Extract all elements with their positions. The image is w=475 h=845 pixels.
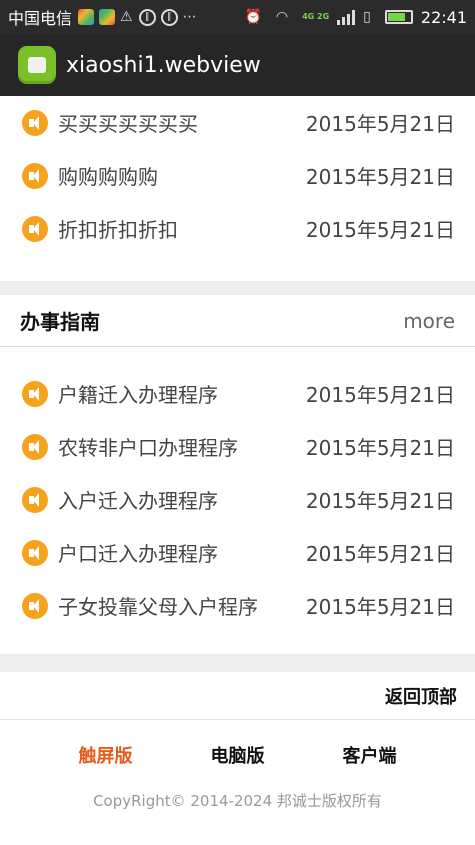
guide-date: 2015年5月21日 [305,383,455,407]
page-content: 买买买买买买买 2015年5月21日 购购购购购 2015年5月21日 折扣折扣… [0,96,475,811]
speaker-icon [22,380,48,407]
app-title: xiaoshi1.webview [66,52,261,78]
news-date: 2015年5月21日 [305,218,455,242]
speaker-icon [22,539,48,566]
news-date: 2015年5月21日 [305,165,455,189]
carrier-name: 中国电信 [8,9,73,28]
app-bar: xiaoshi1.webview [0,34,475,96]
guide-list: 户籍迁入办理程序 2015年5月21日 农转非户口办理程序 2015年5月21日… [0,367,475,632]
speaker-icon [22,162,48,189]
guide-date: 2015年5月21日 [305,489,455,513]
section-divider [0,281,475,295]
news-list: 买买买买买买买 2015年5月21日 购购购购购 2015年5月21日 折扣折扣… [0,96,475,255]
footer-link-client[interactable]: 客户端 [343,742,397,768]
guide-item[interactable]: 农转非户口办理程序 2015年5月21日 [0,420,475,473]
guide-item[interactable]: 入户迁入办理程序 2015年5月21日 [0,473,475,526]
guide-title: 子女投靠父母入户程序 [58,595,258,619]
wifi-icon: ◠ [275,9,289,25]
guide-date: 2015年5月21日 [305,436,455,460]
speaker-icon [22,592,48,619]
section-divider [0,654,475,672]
usb-icon: ⚠ [120,9,133,25]
speaker-icon [22,433,48,460]
guide-date: 2015年5月21日 [305,542,455,566]
guide-title: 农转非户口办理程序 [58,436,238,460]
speaker-icon [22,486,48,513]
guide-title: 户籍迁入办理程序 [58,383,218,407]
news-date: 2015年5月21日 [305,112,455,136]
clock: 22:41 [420,7,467,27]
sim-icon: ▯ [363,9,371,25]
sync-icon: ‖ [138,8,156,26]
news-title: 折扣折扣折扣 [58,218,178,242]
guide-date: 2015年5月21日 [305,595,455,619]
guide-title: 户口迁入办理程序 [58,542,218,566]
sync-icon: ‖ [160,8,178,26]
footer-link-desktop[interactable]: 电脑版 [211,742,265,768]
signal-icon [337,9,356,25]
app-notification-icon [78,9,95,25]
back-to-top-button[interactable]: 返回顶部 [0,672,475,720]
guide-item[interactable]: 户口迁入办理程序 2015年5月21日 [0,526,475,579]
news-title: 买买买买买买买 [58,112,198,136]
news-item[interactable]: 买买买买买买买 2015年5月21日 [0,96,475,149]
guide-title: 入户迁入办理程序 [58,489,218,513]
guide-item[interactable]: 子女投靠父母入户程序 2015年5月21日 [0,579,475,632]
footer-nav: 触屏版 电脑版 客户端 [0,720,475,768]
speaker-icon [22,109,48,136]
guide-item[interactable]: 户籍迁入办理程序 2015年5月21日 [0,367,475,420]
status-bar: 中国电信 ⚠ ‖ ‖ ⋯ ⏰ ◠ 4G 2G ▯ 22:41 [0,0,475,34]
more-link[interactable]: more [403,309,455,333]
network-type-label: 4G 2G [302,12,330,21]
news-item[interactable]: 折扣折扣折扣 2015年5月21日 [0,202,475,255]
status-right-area: ⏰ ◠ 4G 2G ▯ 22:41 [244,8,467,27]
section-title: 办事指南 [20,310,100,334]
alarm-icon: ⏰ [244,9,262,25]
more-notifications-icon: ⋯ [182,9,197,25]
battery-icon [384,10,413,24]
copyright-text: CopyRight© 2014-2024 邦诚士版权所有 [93,792,382,810]
guide-section-header: 办事指南 more [0,295,475,347]
news-title: 购购购购购 [58,165,158,189]
footer-link-touch[interactable]: 触屏版 [79,742,133,768]
news-item[interactable]: 购购购购购 2015年5月21日 [0,149,475,202]
android-icon [18,46,56,84]
app-notification-icon [99,9,116,25]
speaker-icon [22,215,48,242]
